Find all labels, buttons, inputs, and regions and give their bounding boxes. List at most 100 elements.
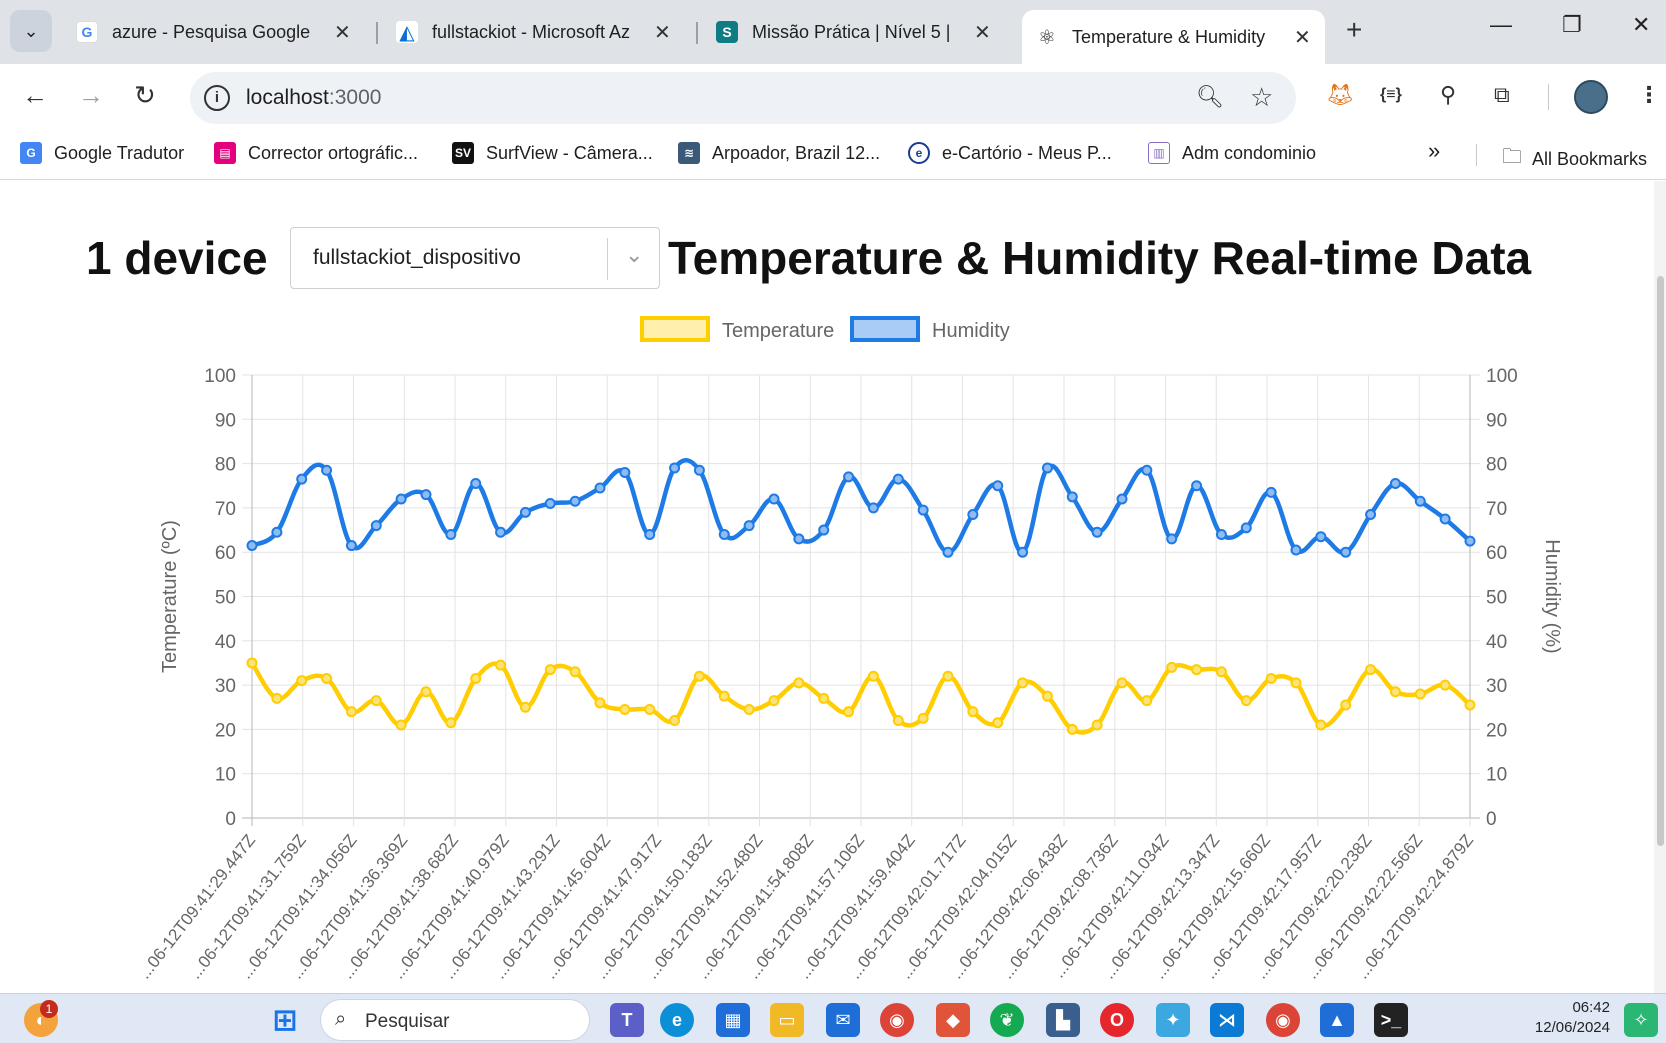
data-point-temperature (1017, 677, 1029, 689)
taskbar-clock[interactable]: 06:42 12/06/2024 (1520, 998, 1610, 1038)
photos-icon[interactable]: ▲ (1320, 1003, 1354, 1037)
restore-icon[interactable]: ❐ (1562, 12, 1582, 38)
avatar[interactable] (1574, 80, 1608, 114)
menu-kebab-icon[interactable]: ⋮ (1638, 82, 1660, 108)
tab-google-search[interactable]: G azure - Pesquisa Google ✕ (62, 10, 365, 54)
condo-icon: ▥ (1148, 142, 1170, 164)
close-window-icon[interactable]: ✕ (1632, 12, 1650, 38)
temperature-humidity-chart: 0 0 10 10 20 20 30 30 40 40 50 50 60 60 70 70 80 80 90 90 10… (135, 316, 1563, 982)
y-left-tick-label: 10 (215, 765, 236, 786)
data-point-temperature (693, 670, 705, 682)
data-point-humidity (967, 509, 979, 521)
data-point-humidity (1340, 546, 1352, 558)
device-select[interactable]: fullstackiot_dispositivo ⌄ (290, 227, 660, 289)
notification-badge: 1 (40, 1000, 58, 1018)
data-point-humidity (917, 504, 929, 516)
chrome-active-icon[interactable]: ◉ (1266, 1003, 1300, 1037)
close-icon[interactable]: ✕ (974, 20, 991, 45)
tab-temperature-humidity[interactable]: ⚛ Temperature & Humidity ✕ (1022, 10, 1325, 64)
app-icon[interactable]: ✦ (1156, 1003, 1190, 1037)
url-text[interactable]: localhost:3000 (246, 86, 381, 110)
y-right-tick-label: 0 (1486, 809, 1497, 830)
legend-swatch-temperature (640, 316, 710, 342)
y-right-tick-label: 40 (1486, 632, 1507, 653)
data-point-humidity (470, 478, 482, 490)
mongodb-icon[interactable]: ❦ (990, 1003, 1024, 1037)
bookmark-star-icon[interactable]: ☆ (1250, 82, 1273, 113)
data-point-humidity (1464, 535, 1476, 547)
translate-icon: G (20, 142, 42, 164)
copilot-icon[interactable]: ✧ (1624, 1003, 1658, 1037)
minimize-icon[interactable]: — (1490, 12, 1512, 38)
windows-start-icon[interactable]: ⊞ (268, 1003, 302, 1037)
extensions-puzzle-icon[interactable]: ⧉ (1494, 82, 1510, 108)
all-bookmarks-button[interactable]: 🗀 All Bookmarks (1502, 142, 1647, 176)
chrome-icon[interactable]: ◉ (880, 1003, 914, 1037)
search-placeholder: Pesquisar (365, 1011, 450, 1032)
data-point-humidity (867, 502, 879, 514)
url-port: :3000 (328, 86, 382, 109)
react-icon: ⚛ (1036, 26, 1058, 49)
mail-icon[interactable]: ✉ (826, 1003, 860, 1037)
bookmark-surfview[interactable]: SV SurfView - Câmera... (452, 142, 653, 164)
bookmark-ecartorio[interactable]: e e-Cartório - Meus P... (908, 142, 1112, 164)
data-point-temperature (1166, 661, 1178, 673)
y-right-tick-label: 90 (1486, 410, 1507, 431)
data-point-temperature (1290, 677, 1302, 689)
new-tab-button[interactable]: + (1346, 14, 1362, 46)
y-left-tick-label: 70 (215, 499, 236, 520)
bookmark-corrector[interactable]: ▤ Corrector ortográfic... (214, 142, 418, 164)
extension-bug-icon[interactable]: ⚲ (1440, 82, 1456, 108)
data-point-temperature (892, 715, 904, 727)
y-right-tick-label: 80 (1486, 455, 1507, 476)
tab-search-button[interactable]: ⌄ (10, 10, 52, 52)
page-header: 1 device fullstackiot_dispositivo ⌄ Temp… (0, 225, 1654, 295)
y-right-tick-label: 60 (1486, 543, 1507, 564)
git-icon[interactable]: ◆ (936, 1003, 970, 1037)
close-icon[interactable]: ✕ (1294, 25, 1311, 50)
data-point-temperature (967, 706, 979, 718)
terminal-icon[interactable]: >_ (1374, 1003, 1408, 1037)
data-point-temperature (544, 664, 556, 676)
site-info-icon[interactable]: i (204, 85, 230, 111)
store-icon[interactable]: ▦ (716, 1003, 750, 1037)
page-scrollbar[interactable] (1654, 181, 1666, 993)
y-left-tick-label: 80 (215, 455, 236, 476)
reload-icon[interactable]: ↻ (134, 80, 156, 111)
teams-icon[interactable]: T (610, 1003, 644, 1037)
zoom-icon[interactable]: 🔍︎ (1196, 84, 1224, 110)
file-explorer-icon[interactable]: ▭ (770, 1003, 804, 1037)
data-point-humidity (1166, 533, 1178, 545)
chevron-down-icon[interactable]: ⌄ (625, 242, 643, 268)
more-bookmarks-chevron-icon[interactable]: » (1428, 138, 1440, 164)
tab-azure[interactable]: ◭ fullstackiot - Microsoft Az ✕ (382, 10, 685, 54)
data-point-temperature (917, 712, 929, 724)
data-point-humidity (992, 480, 1004, 492)
edge-icon[interactable]: e (660, 1003, 694, 1037)
data-point-temperature (1265, 672, 1277, 684)
forward-arrow-icon[interactable]: → (78, 80, 104, 111)
close-icon[interactable]: ✕ (654, 20, 671, 45)
scrollbar-thumb[interactable] (1657, 276, 1664, 846)
json-viewer-icon[interactable]: {≡} (1380, 86, 1402, 104)
metamask-icon[interactable]: 🦊︎ (1326, 82, 1354, 108)
opera-icon[interactable]: O (1100, 1003, 1134, 1037)
close-icon[interactable]: ✕ (334, 20, 351, 45)
data-point-temperature (1191, 664, 1203, 676)
sql-server-icon[interactable]: ▙ (1046, 1003, 1080, 1037)
bookmark-label: Adm condominio (1182, 142, 1317, 163)
bookmark-arpoador[interactable]: ≋ Arpoador, Brazil 12... (678, 142, 880, 164)
y-left-tick-label: 50 (215, 588, 236, 609)
toolbar-divider (1548, 84, 1549, 110)
legend-label-temperature: Temperature (722, 320, 834, 342)
tab-missao-pratica[interactable]: S Missão Prática | Nível 5 | ✕ (702, 10, 1005, 54)
bookmark-adm-condominio[interactable]: ▥ Adm condominio (1148, 142, 1316, 164)
tab-title: azure - Pesquisa Google (112, 21, 311, 42)
address-bar[interactable]: i localhost:3000 🔍︎ ☆ (190, 72, 1296, 124)
bookmark-google-tradutor[interactable]: G Google Tradutor (20, 142, 184, 164)
data-point-temperature (1041, 690, 1053, 702)
back-arrow-icon[interactable]: ← (22, 80, 48, 111)
taskbar-search-input[interactable]: ⌕ Pesquisar (320, 999, 590, 1041)
data-point-temperature (246, 657, 258, 669)
vscode-icon[interactable]: ⋊ (1210, 1003, 1244, 1037)
